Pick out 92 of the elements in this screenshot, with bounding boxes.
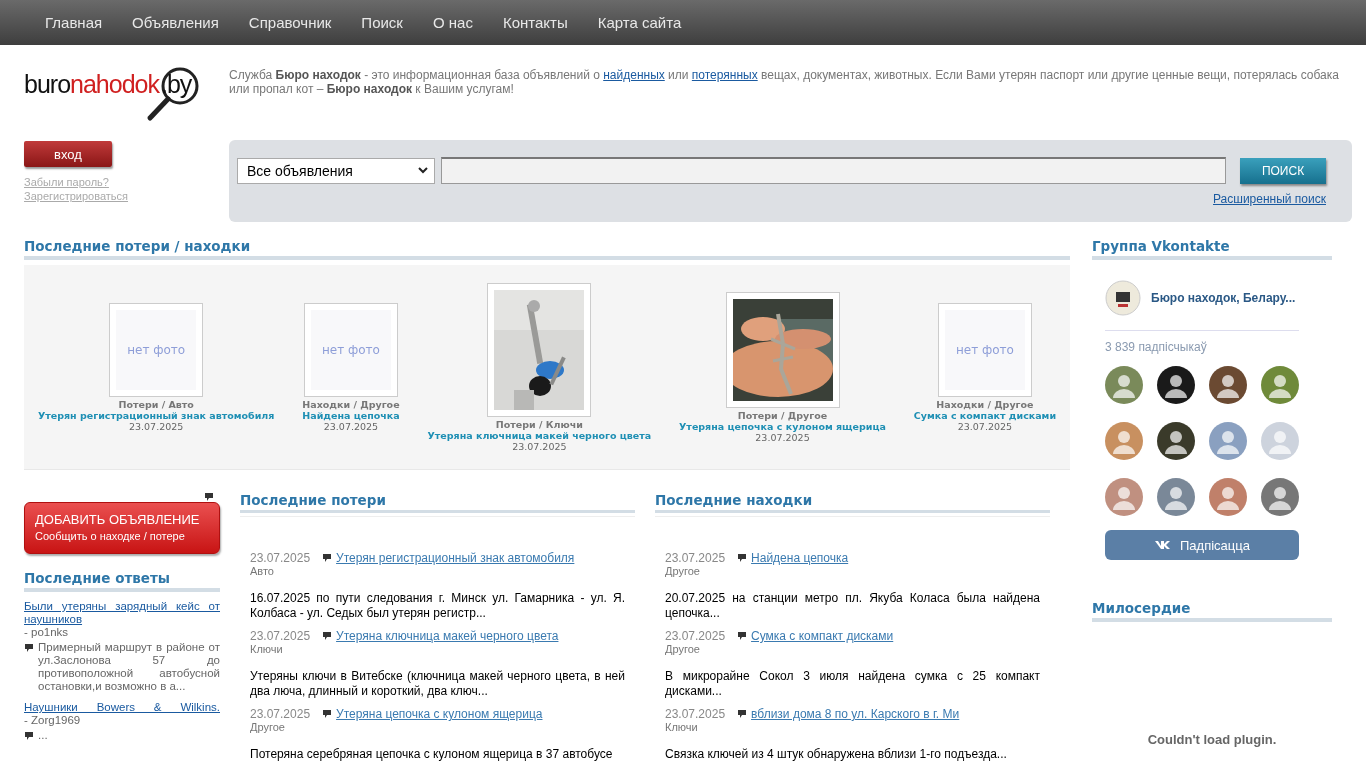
section-heading: Последние ответы bbox=[24, 570, 220, 592]
thumbnail-frame[interactable] bbox=[487, 282, 592, 417]
listing-link[interactable]: Утеряна цепочка с кулоном ящерица bbox=[336, 707, 543, 721]
gallery-title-link[interactable]: Утерян регистрационный знак автомобиля bbox=[37, 409, 275, 421]
comment-icon bbox=[24, 643, 34, 653]
comment-icon bbox=[24, 731, 34, 741]
gallery-date: 23.07.2025 bbox=[512, 440, 567, 452]
section-heading: Милосердие bbox=[1092, 600, 1332, 622]
listing-text: Связка ключей из 4 штук обнаружена вблизи 1-го подъезда... bbox=[665, 747, 1008, 762]
group-name[interactable]: Бюро находок, Белару... bbox=[1151, 291, 1296, 305]
section-heading: Последние потери / находки bbox=[24, 238, 1070, 260]
nav-link[interactable]: Контакты bbox=[487, 14, 583, 31]
comment-icon bbox=[737, 631, 748, 641]
gallery-category: Находки / Другое bbox=[936, 398, 1034, 410]
member-avatar[interactable] bbox=[1157, 366, 1195, 404]
listing-category: Другое bbox=[665, 565, 701, 577]
vk-logo-icon bbox=[1154, 540, 1172, 550]
thumbnail-frame[interactable] bbox=[725, 291, 840, 408]
listing-category: Ключи bbox=[250, 643, 284, 655]
listing-date: 23.07.2025 bbox=[250, 707, 311, 721]
listing-date: 23.07.2025 bbox=[665, 707, 726, 721]
gallery-category: Потери / Авто bbox=[118, 398, 194, 410]
gallery-category: Находки / Другое bbox=[302, 398, 400, 410]
nav-link[interactable]: О нас bbox=[417, 14, 488, 31]
subscribe-button[interactable]: Падпісацца bbox=[1105, 530, 1299, 560]
thumbnail-frame[interactable]: нет фото bbox=[303, 302, 398, 397]
intro-text: Служба Бюро находок - это информационная база объявлений о найденных или потерянных вещах, документах, животных. Если Вами утерян паспорт или другие ценные вещи, потерялась собака или пропал кот – Бюро находок к Вашим услугам! bbox=[229, 68, 1340, 96]
gallery-title-link[interactable]: Утеряна ключница макей черного цвета bbox=[427, 429, 652, 441]
listing-category: Ключи bbox=[665, 721, 699, 733]
thumbnail-frame[interactable]: нет фото bbox=[937, 302, 1032, 397]
answer-author: - Zorg1969 bbox=[24, 714, 81, 727]
nav-link[interactable]: Карта сайта bbox=[582, 14, 697, 31]
group-avatar bbox=[1105, 280, 1141, 316]
advanced-search-link[interactable]: Расширенный поиск bbox=[1213, 192, 1326, 206]
gallery-date: 23.07.2025 bbox=[755, 431, 810, 443]
member-avatar[interactable] bbox=[1157, 422, 1195, 460]
gallery-date: 23.07.2025 bbox=[128, 420, 184, 432]
no-photo-placeholder: нет фото bbox=[116, 309, 197, 390]
gallery-category: Потери / Другое bbox=[737, 409, 828, 421]
nav-link[interactable]: Главная bbox=[30, 14, 118, 31]
login-button[interactable]: вход bbox=[24, 141, 112, 167]
answer-link[interactable]: Были утеряны зарядный кейс от наушников bbox=[24, 600, 220, 626]
gallery-title-link[interactable]: Утеряна цепочка с кулоном ящерица bbox=[679, 420, 886, 432]
listing-text: 16.07.2025 по пути следования г. Минск ул. Гамарника - ул. Я. Колбаса - ул. Седых был утерян регистр... bbox=[250, 591, 625, 621]
thumbnail-frame[interactable]: нет фото bbox=[109, 302, 204, 397]
no-photo-placeholder: нет фото bbox=[944, 309, 1025, 390]
listing-date: 23.07.2025 bbox=[250, 551, 311, 565]
comment-icon bbox=[322, 709, 333, 719]
category-select[interactable]: Все объявления bbox=[237, 157, 435, 184]
listing-link[interactable]: Найдена цепочка bbox=[751, 551, 849, 565]
search-field[interactable] bbox=[441, 157, 1226, 184]
listing-link[interactable]: вблизи дома 8 по ул. Карского в г. Ми bbox=[751, 707, 960, 721]
listing-date: 23.07.2025 bbox=[665, 551, 726, 565]
search-button[interactable]: ПОИСК bbox=[1240, 157, 1326, 184]
add-listing-button[interactable]: ДОБАВИТЬ ОБЪЯВЛЕНИЕ Сообщить о находке / потере bbox=[24, 502, 220, 554]
answer-link[interactable]: Наушники Bowers & Wilkins. bbox=[24, 701, 220, 714]
no-photo-placeholder: нет фото bbox=[310, 309, 391, 390]
intro-link[interactable]: найденных bbox=[603, 68, 665, 82]
comment-icon bbox=[737, 709, 748, 719]
comment-icon bbox=[204, 492, 214, 502]
comment-icon bbox=[322, 553, 333, 563]
listing-date: 23.07.2025 bbox=[665, 629, 726, 643]
nav-link[interactable]: Справочник bbox=[233, 14, 347, 31]
listing-text: Потеряна серебряная цепочка с кулоном ящерица в 37 автобусе bbox=[250, 747, 614, 762]
listing-link[interactable]: Утеряна ключница макей черного цвета bbox=[336, 629, 559, 643]
gallery-title-link[interactable]: Сумка с компакт дисками bbox=[913, 409, 1057, 421]
gallery-category: Потери / Ключи bbox=[495, 418, 583, 430]
answer-author: - po1nks bbox=[24, 626, 69, 639]
gallery-date: 23.07.2025 bbox=[323, 420, 379, 432]
comment-text: Примерный маршрут в районе от ул.Заслонова 57 до противоположной автобусной остановки,и возможно в а... bbox=[38, 641, 220, 693]
intro-link[interactable]: потерянных bbox=[691, 68, 758, 82]
listing-text: 20.07.2025 на станции метро пл. Якуба Коласа была найдена цепочка... bbox=[665, 591, 1040, 621]
plugin-error: Couldn't load plugin. bbox=[1146, 732, 1278, 747]
comment-icon bbox=[737, 553, 748, 563]
listing-text: В микрорайне Сокол 3 июля найдена сумка с 25 компакт дисками... bbox=[665, 669, 1040, 699]
gallery-date: 23.07.2025 bbox=[957, 420, 1013, 432]
listing-link[interactable]: Утерян регистрационный знак автомобиля bbox=[336, 551, 575, 565]
listing-category: Авто bbox=[250, 565, 275, 577]
listing-link[interactable]: Сумка с компакт дисками bbox=[751, 629, 894, 643]
gallery-title-link[interactable]: Найдена цепочка bbox=[302, 409, 400, 421]
listing-category: Другое bbox=[250, 721, 286, 733]
subscriber-count: 3 839 падпісчыкаў bbox=[1105, 340, 1208, 354]
comment-icon bbox=[322, 631, 333, 641]
nav-link[interactable]: Объявления bbox=[117, 14, 234, 31]
listing-date: 23.07.2025 bbox=[250, 629, 311, 643]
section-heading: Группа Vkontakte bbox=[1092, 238, 1332, 260]
comment-text: ... bbox=[38, 729, 49, 742]
chevron-down-icon bbox=[418, 167, 428, 174]
nav-link[interactable]: Поиск bbox=[346, 14, 418, 31]
listing-text: Утеряны ключи в Витебске (ключница макей черного цвета, в ней два люча, длинный и короткий, два ключ... bbox=[250, 669, 625, 699]
member-avatar[interactable] bbox=[1209, 366, 1247, 404]
listing-category: Другое bbox=[665, 643, 701, 655]
